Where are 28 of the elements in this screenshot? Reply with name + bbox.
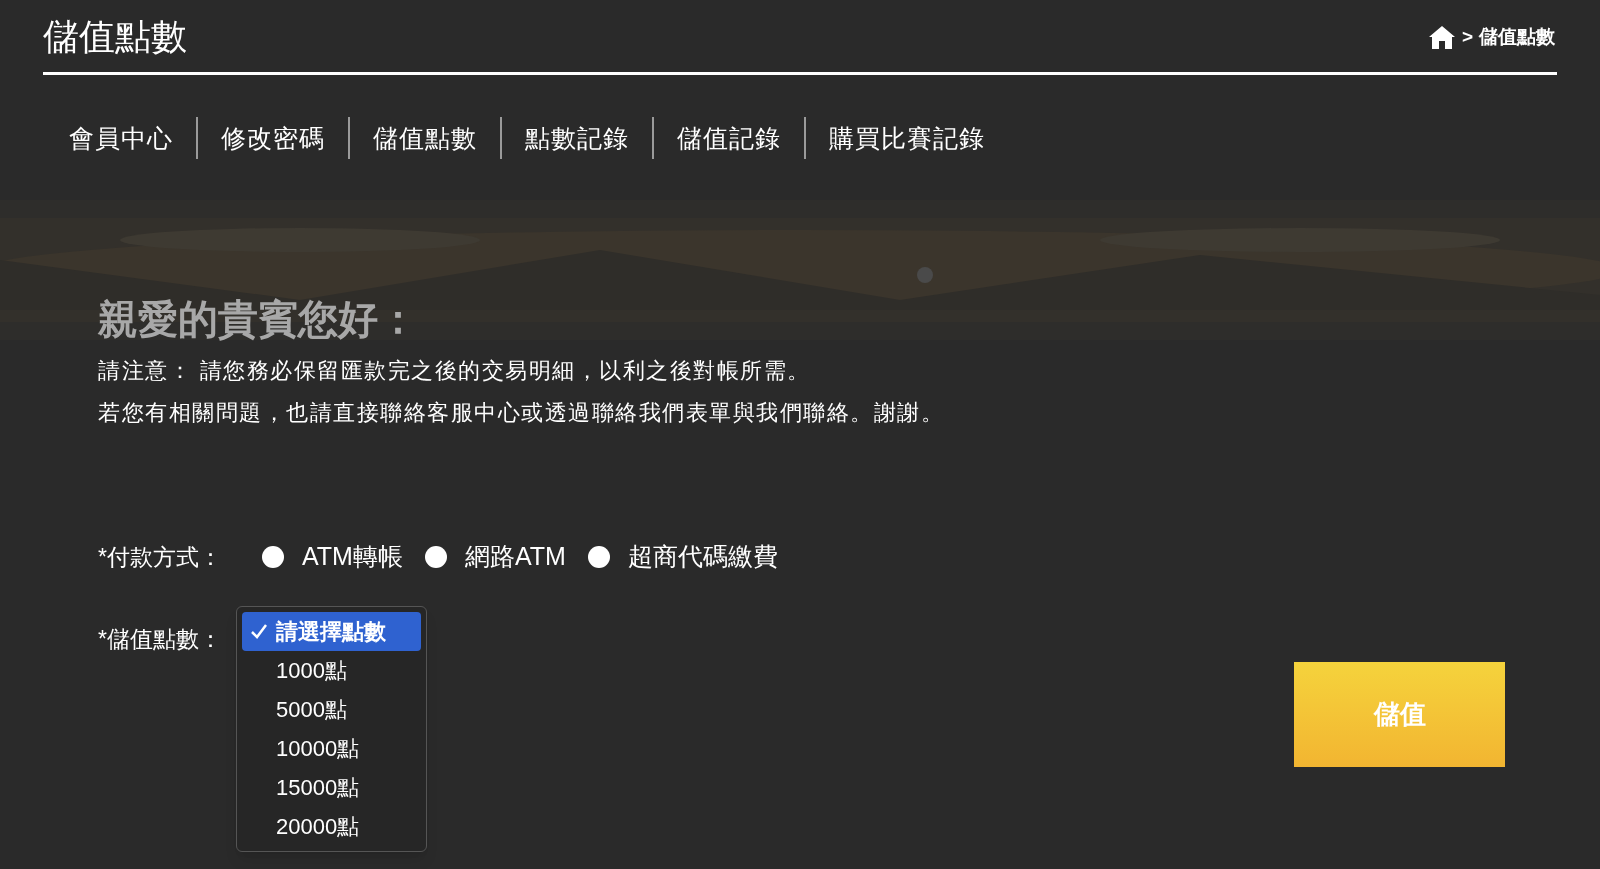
radio-label: 網路ATM — [464, 541, 566, 572]
greeting-heading: 親愛的貴賓您好： — [98, 296, 419, 343]
notice-text: 若您有相關問題，也請直接聯絡客服中心或透過聯絡我們表單與我們聯絡。謝謝。 — [98, 399, 945, 427]
notice-text: 請注意： 請您務必保留匯款完之後的交易明細，以利之後對帳所需。 — [98, 357, 812, 385]
dropdown-option[interactable]: 15000點 — [242, 767, 421, 807]
nav-tab[interactable]: 點數記錄 — [502, 120, 652, 156]
check-icon — [250, 622, 268, 640]
breadcrumb-current: 儲值點數 — [1479, 24, 1555, 49]
radio-button[interactable] — [262, 545, 284, 568]
payment-method-label: *付款方式： — [98, 542, 223, 572]
page-title: 儲值點數 — [43, 15, 187, 59]
points-label: *儲值點數： — [98, 625, 223, 655]
radio-label: ATM轉帳 — [302, 541, 403, 572]
radio-button[interactable] — [424, 545, 447, 568]
dropdown-option[interactable]: 請選擇點數 — [242, 611, 421, 651]
home-icon[interactable] — [1427, 24, 1456, 50]
nav-tab[interactable]: 儲值點數 — [350, 120, 500, 156]
radio-button[interactable] — [587, 545, 610, 568]
radio-label: 超商代碼繳費 — [627, 541, 778, 572]
breadcrumb-separator: > — [1461, 24, 1473, 49]
nav-tab[interactable]: 修改密碼 — [198, 120, 348, 156]
dropdown-option[interactable]: 5000點 — [242, 689, 421, 729]
dropdown-option[interactable]: 20000點 — [242, 806, 421, 846]
dropdown-option[interactable]: 1000點 — [242, 650, 421, 690]
nav-tab[interactable]: 購買比賽記錄 — [806, 120, 1008, 156]
nav-tab[interactable]: 儲值記錄 — [654, 120, 804, 156]
dropdown-option[interactable]: 10000點 — [242, 728, 421, 768]
nav-tab[interactable]: 會員中心 — [46, 120, 196, 156]
